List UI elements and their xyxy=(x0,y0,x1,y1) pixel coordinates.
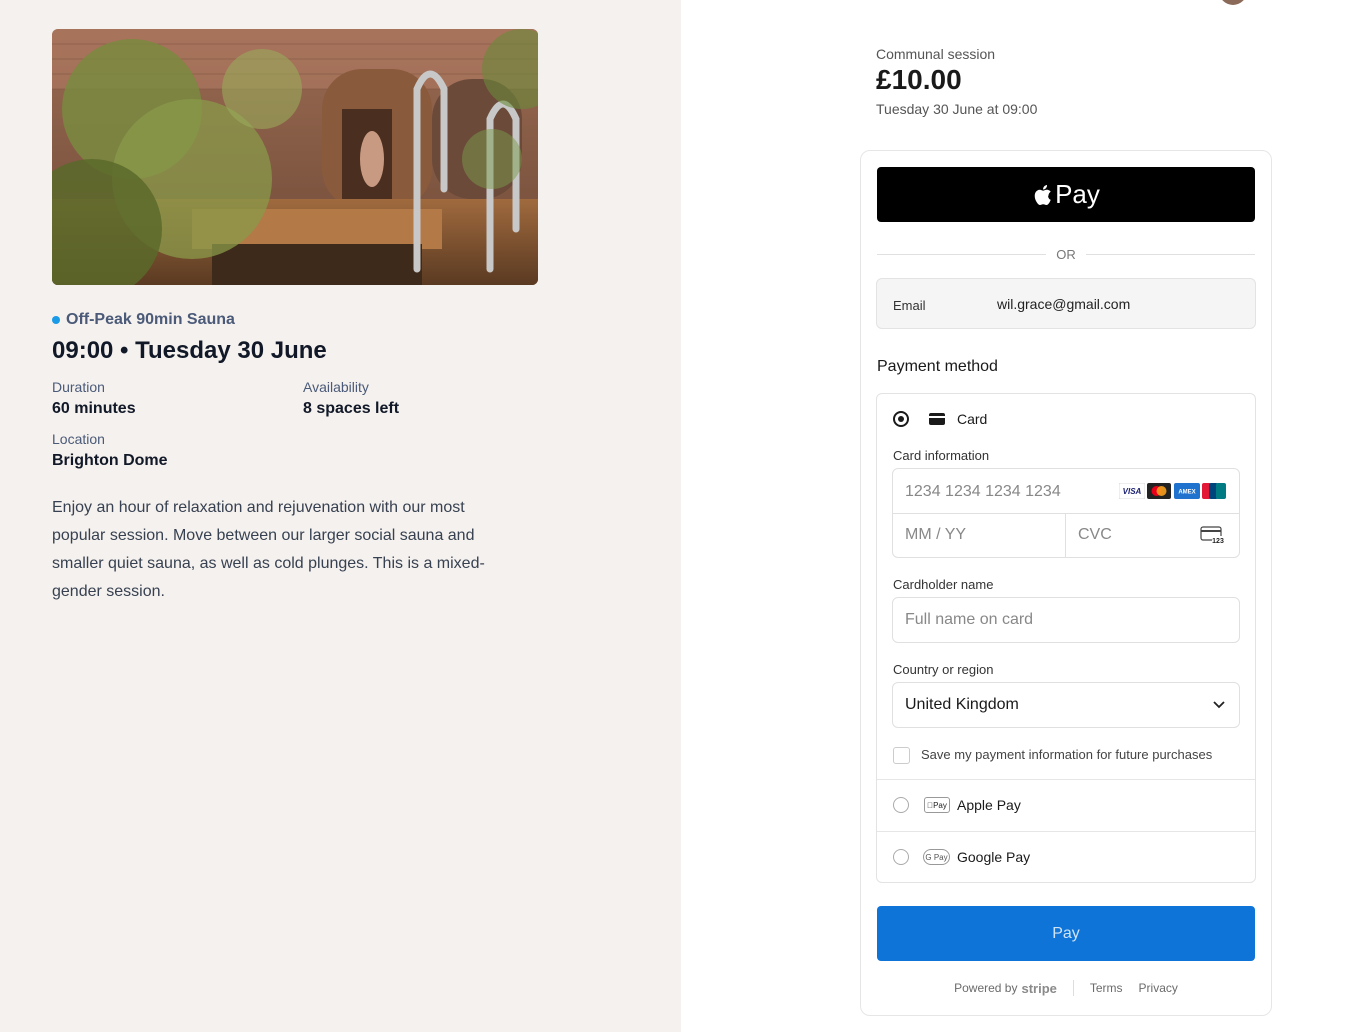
mastercard-icon xyxy=(1147,483,1171,499)
duration-label: Duration xyxy=(52,379,105,395)
country-select[interactable]: United Kingdom xyxy=(892,682,1240,728)
terms-link[interactable]: Terms xyxy=(1090,981,1123,995)
event-panel: Off-Peak 90min Sauna 09:00 • Tuesday 30 … xyxy=(0,0,681,1032)
divider xyxy=(877,779,1255,780)
session-title: 09:00 • Tuesday 30 June xyxy=(52,337,327,364)
card-icon xyxy=(929,413,945,425)
email-field[interactable]: Email wil.grace@gmail.com xyxy=(876,278,1256,329)
apple-pay-button-label: Pay xyxy=(1055,179,1100,209)
apple-pay-radio[interactable] xyxy=(893,797,909,813)
card-option-label: Card xyxy=(957,411,988,427)
cvc-field[interactable]: CVC xyxy=(1078,526,1112,544)
availability-label: Availability xyxy=(303,379,369,395)
privacy-link[interactable]: Privacy xyxy=(1139,981,1178,995)
or-divider: OR xyxy=(877,245,1255,263)
country-value: United Kingdom xyxy=(905,696,1019,713)
email-value: wil.grace@gmail.com xyxy=(997,296,1131,312)
card-input-group: 1234 1234 1234 1234 VISA AMEX MM / YY CV… xyxy=(892,468,1240,558)
amex-brand-text: AMEX xyxy=(1178,490,1195,496)
chevron-down-icon xyxy=(1213,701,1225,709)
google-pay-mark-icon: G Pay xyxy=(923,849,950,865)
save-info-label: Save my payment information for future p… xyxy=(921,747,1213,762)
apple-pay-button[interactable]: Pay xyxy=(877,167,1255,222)
summary-date: Tuesday 30 June at 09:00 xyxy=(876,101,1038,117)
pay-button[interactable]: Pay xyxy=(877,906,1255,961)
card-number-placeholder: 1234 1234 1234 1234 xyxy=(905,483,1061,500)
visa-icon: VISA xyxy=(1119,483,1145,499)
unionpay-icon xyxy=(1202,483,1226,499)
cardholder-label: Cardholder name xyxy=(893,577,994,592)
summary-price: £10.00 xyxy=(876,64,962,95)
card-radio[interactable] xyxy=(893,411,909,427)
visa-brand-text: VISA xyxy=(1123,487,1142,496)
expiry-field[interactable]: MM / YY xyxy=(905,526,966,544)
amex-icon: AMEX xyxy=(1174,483,1200,499)
save-info-checkbox[interactable] xyxy=(893,747,910,764)
divider xyxy=(877,831,1255,832)
session-type: Off-Peak 90min Sauna xyxy=(52,311,235,329)
apple-logo-icon xyxy=(1034,184,1051,205)
powered-by-text: Powered by xyxy=(954,981,1018,995)
session-type-label: Off-Peak 90min Sauna xyxy=(66,311,235,328)
duration-value: 60 minutes xyxy=(52,400,136,417)
card-number-field[interactable]: 1234 1234 1234 1234 VISA AMEX xyxy=(893,469,1239,514)
sauna-photo xyxy=(52,29,538,285)
apple-pay-mark-icon: Pay xyxy=(924,797,950,813)
stripe-footer: Powered by stripe Terms Privacy xyxy=(860,980,1272,996)
country-label: Country or region xyxy=(893,662,994,677)
summary-label: Communal session xyxy=(876,46,996,62)
google-pay-radio[interactable] xyxy=(893,849,909,865)
or-text: OR xyxy=(1056,246,1076,262)
location-label: Location xyxy=(52,431,105,447)
email-label: Email xyxy=(893,298,926,313)
svg-text:123: 123 xyxy=(1212,538,1224,544)
location-value: Brighton Dome xyxy=(52,452,168,469)
cardholder-name-field[interactable]: Full name on card xyxy=(892,597,1240,643)
session-description: Enjoy an hour of relaxation and rejuvena… xyxy=(52,499,485,600)
apple-pay-option-label: Apple Pay xyxy=(957,797,1021,813)
cvc-card-icon: 123 xyxy=(1200,526,1224,544)
cardholder-placeholder: Full name on card xyxy=(905,611,1034,628)
google-pay-option-label: Google Pay xyxy=(957,849,1031,865)
payment-method-title: Payment method xyxy=(877,358,998,375)
user-avatar[interactable] xyxy=(1219,0,1247,5)
status-dot-icon xyxy=(52,316,60,324)
card-info-label: Card information xyxy=(893,448,990,463)
stripe-logo[interactable]: stripe xyxy=(1021,981,1056,996)
availability-value: 8 spaces left xyxy=(303,400,400,417)
